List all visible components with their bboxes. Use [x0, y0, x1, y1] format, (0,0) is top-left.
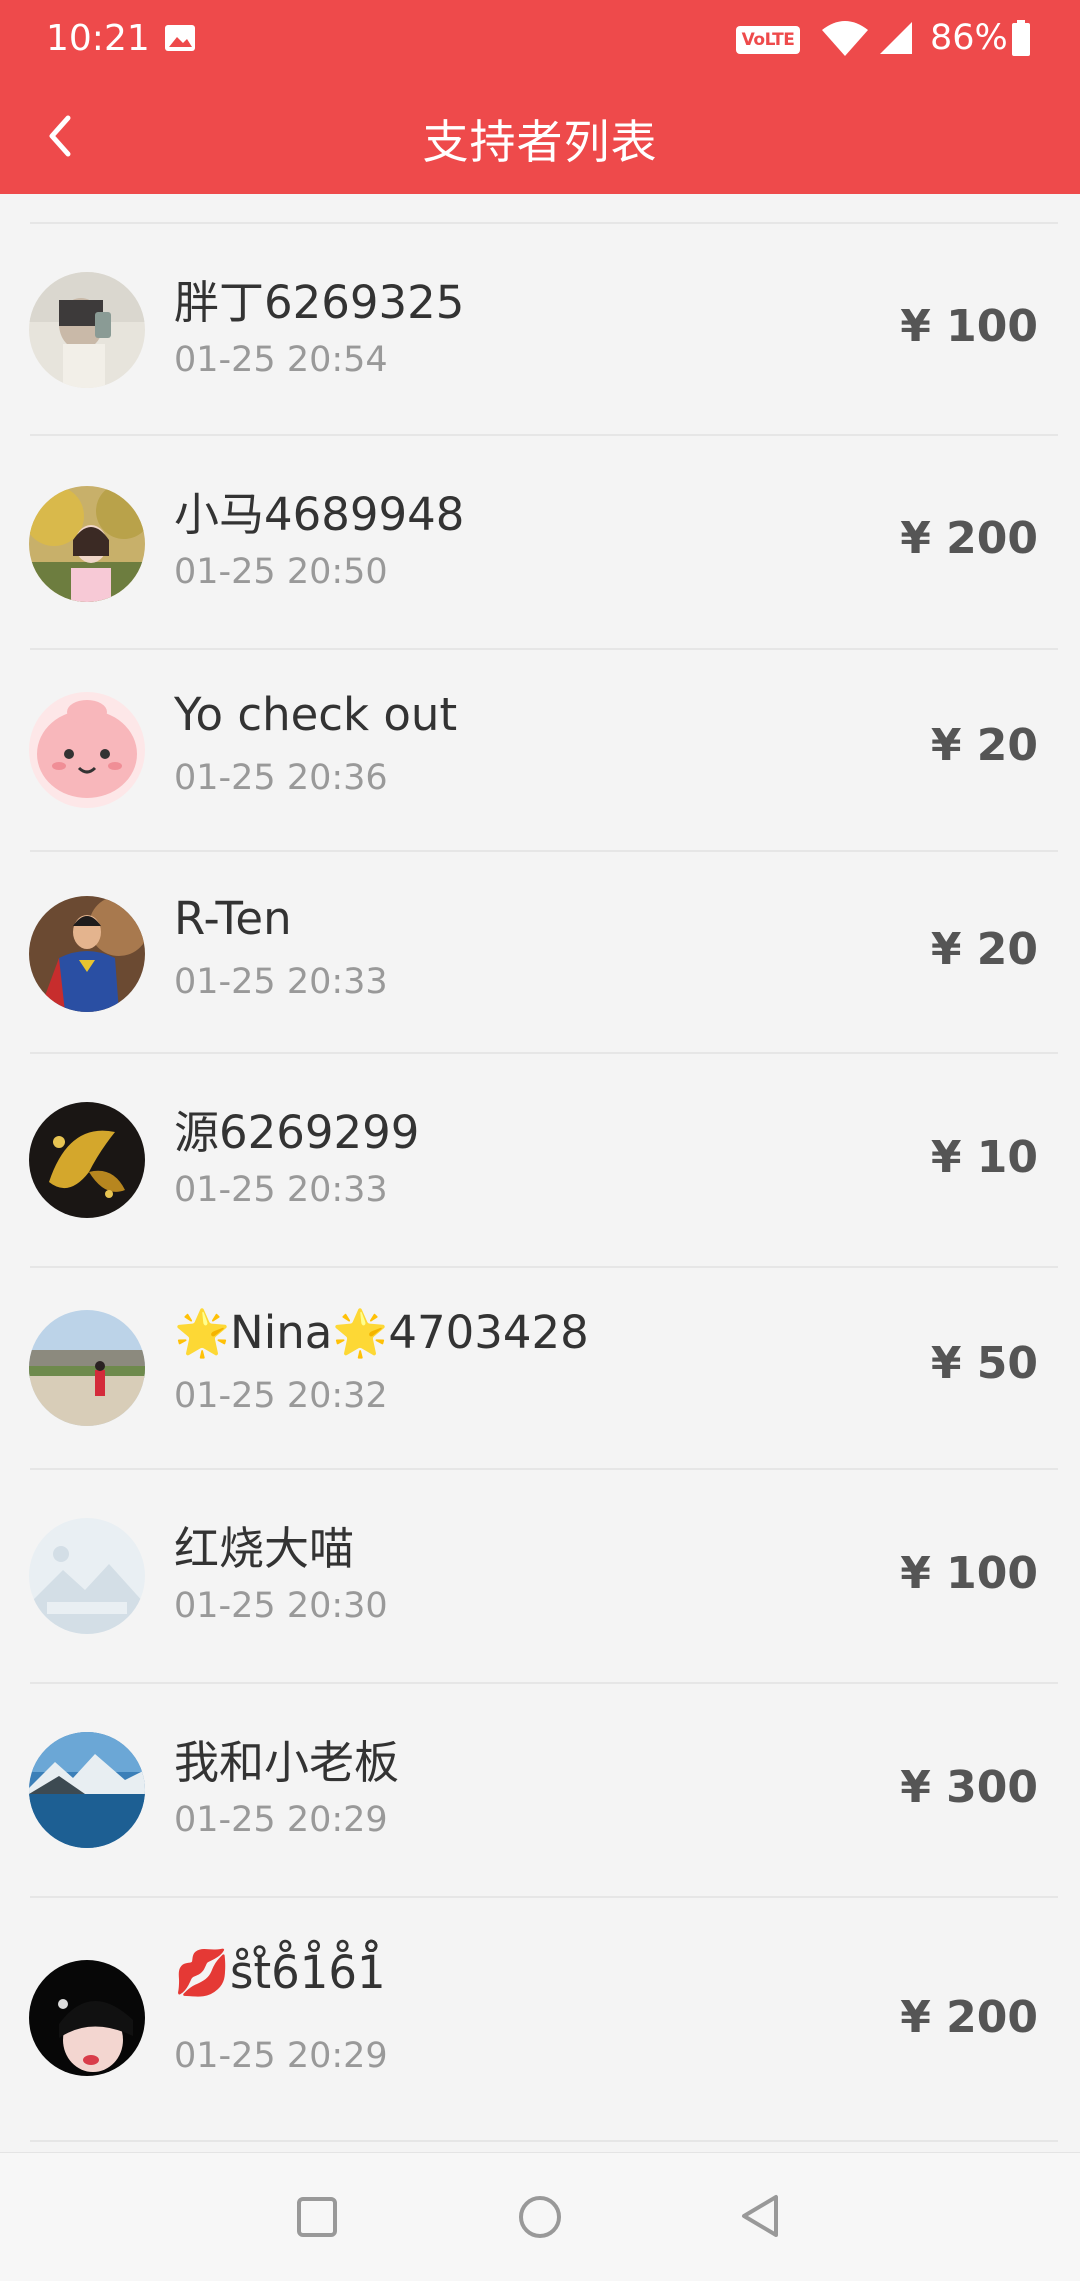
- avatar: [29, 1732, 145, 1848]
- list-item[interactable]: 红烧大喵 01-25 20:30 ¥ 100: [0, 1470, 1080, 1684]
- status-bar: 10:21 VoLTE 86%: [0, 0, 1080, 80]
- support-time: 01-25 20:50: [174, 552, 388, 592]
- title-bar: 支持者列表: [0, 80, 1080, 194]
- supporter-name: 我和小老板: [174, 1736, 400, 1789]
- support-amount: ¥ 50: [930, 1338, 1038, 1389]
- support-time: 01-25 20:36: [174, 758, 388, 798]
- support-time: 01-25 20:33: [174, 1170, 388, 1210]
- support-time: 01-25 20:30: [174, 1586, 388, 1626]
- supporter-name: Yo check out: [174, 688, 458, 741]
- supporter-name: 🌟Nina🌟4703428: [174, 1306, 589, 1359]
- list-item[interactable]: R-Ten 01-25 20:33 ¥ 20: [0, 852, 1080, 1054]
- list-item[interactable]: 🌟Nina🌟4703428 01-25 20:32 ¥ 50: [0, 1268, 1080, 1470]
- avatar: [29, 1960, 145, 2076]
- supporter-name: 胖丁6269325: [174, 276, 465, 329]
- support-amount: ¥ 10: [930, 1132, 1038, 1183]
- support-amount: ¥ 20: [930, 924, 1038, 975]
- avatar: [29, 1518, 145, 1634]
- avatar: [29, 692, 145, 808]
- avatar: [29, 272, 145, 388]
- list-item[interactable]: Yo check out 01-25 20:36 ¥ 20: [0, 650, 1080, 852]
- list-item[interactable]: 小马4689948 01-25 20:50 ¥ 200: [0, 436, 1080, 650]
- avatar: [29, 1310, 145, 1426]
- status-time: 10:21: [46, 18, 150, 59]
- divider: [30, 2140, 1058, 2142]
- supporter-name: 💋s̊t̊6̊1̊6̊1̊̊̊̊: [174, 1946, 386, 1999]
- supporter-name: 红烧大喵: [174, 1522, 355, 1575]
- support-amount: ¥ 200: [900, 1992, 1038, 2043]
- volte-badge: VoLTE: [736, 26, 800, 54]
- wifi-icon: [822, 21, 868, 56]
- support-time: 01-25 20:54: [174, 340, 388, 380]
- signal-icon: [880, 22, 912, 54]
- battery-icon: [1012, 20, 1030, 56]
- avatar: [29, 486, 145, 602]
- home-icon[interactable]: [516, 2193, 564, 2241]
- supporter-name: R-Ten: [174, 892, 292, 945]
- support-amount: ¥ 300: [900, 1762, 1038, 1813]
- nav-back-icon[interactable]: [736, 2191, 786, 2241]
- support-amount: ¥ 100: [900, 301, 1038, 352]
- support-amount: ¥ 200: [900, 513, 1038, 564]
- list-item[interactable]: 胖丁6269325 01-25 20:54 ¥ 100: [0, 224, 1080, 436]
- battery-percentage: 86%: [930, 18, 1008, 58]
- supporter-name: 小马4689948: [174, 488, 465, 541]
- supporter-name: 源6269299: [174, 1106, 420, 1159]
- support-amount: ¥ 20: [930, 720, 1038, 771]
- support-time: 01-25 20:33: [174, 962, 388, 1002]
- support-amount: ¥ 100: [900, 1548, 1038, 1599]
- support-time: 01-25 20:29: [174, 2036, 388, 2076]
- avatar: [29, 1102, 145, 1218]
- page-title: 支持者列表: [422, 115, 658, 169]
- image-notification-icon: [165, 25, 195, 51]
- system-nav-bar: [0, 2152, 1080, 2281]
- recent-apps-icon[interactable]: [296, 2196, 338, 2238]
- support-time: 01-25 20:32: [174, 1376, 388, 1416]
- list-item[interactable]: 我和小老板 01-25 20:29 ¥ 300: [0, 1684, 1080, 1898]
- avatar: [29, 896, 145, 1012]
- list-item[interactable]: 源6269299 01-25 20:33 ¥ 10: [0, 1054, 1080, 1268]
- support-time: 01-25 20:29: [174, 1800, 388, 1840]
- list-item[interactable]: 💋s̊t̊6̊1̊6̊1̊̊̊̊ 01-25 20:29 ¥ 200: [0, 1898, 1080, 2142]
